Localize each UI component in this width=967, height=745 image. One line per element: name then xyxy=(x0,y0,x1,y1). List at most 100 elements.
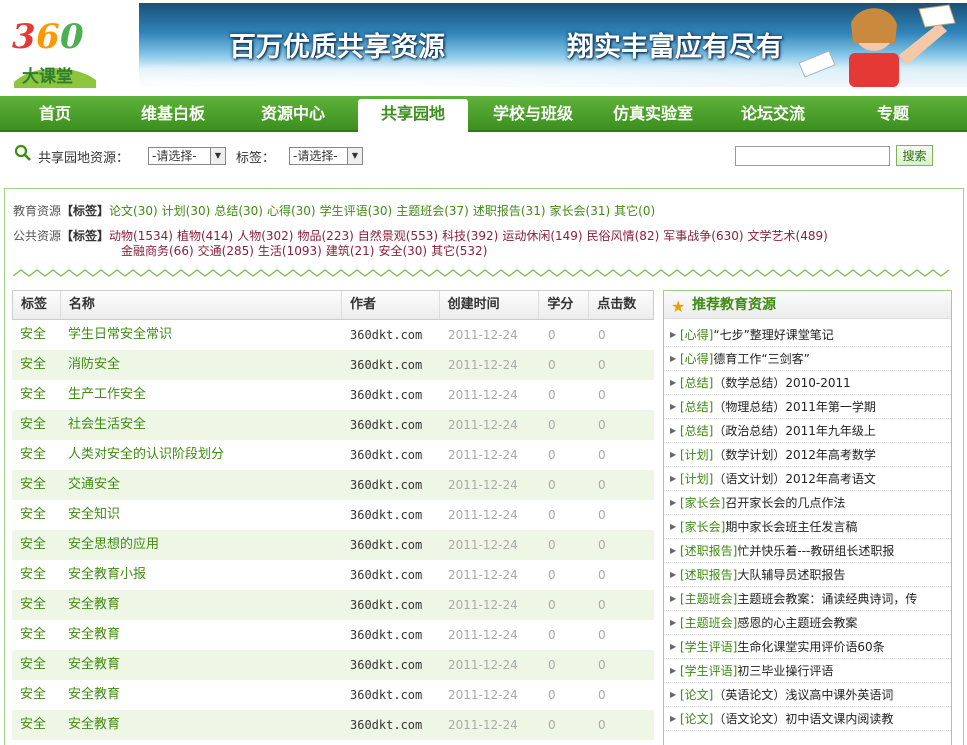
row-name[interactable]: 安全教育小报 xyxy=(60,560,342,590)
row-tag[interactable]: 安全 xyxy=(12,680,60,710)
row-tag[interactable]: 安全 xyxy=(12,440,60,470)
row-tag[interactable]: 安全 xyxy=(12,350,60,380)
recommend-item[interactable]: ▶ [家长会]期中家长会班主任发言稿 xyxy=(664,515,951,539)
nav-resource-center[interactable]: 资源中心 xyxy=(238,96,348,132)
row-tag[interactable]: 安全 xyxy=(12,380,60,410)
recommend-item[interactable]: ▶ [述职报告]大队辅导员述职报告 xyxy=(664,563,951,587)
edu-tag-link[interactable]: 心得(30) xyxy=(267,204,316,218)
row-tag[interactable]: 安全 xyxy=(12,590,60,620)
nav-home[interactable]: 首页 xyxy=(0,96,110,132)
row-tag[interactable]: 安全 xyxy=(12,530,60,560)
public-tag-link[interactable]: 其它(532) xyxy=(431,244,487,258)
row-tag[interactable]: 安全 xyxy=(12,410,60,440)
row-name[interactable]: 安全知识 xyxy=(60,500,342,530)
row-clicks: 0 xyxy=(598,628,606,642)
public-tag-link[interactable]: 民俗风情(82) xyxy=(587,229,660,243)
public-tag-link[interactable]: 科技(392) xyxy=(442,229,498,243)
row-name[interactable]: 消防安全 xyxy=(60,350,342,380)
nav-forum[interactable]: 论坛交流 xyxy=(718,96,828,132)
public-tag-link[interactable]: 建筑(21) xyxy=(326,244,375,258)
public-tag-link[interactable]: 植物(414) xyxy=(177,229,233,243)
row-tag[interactable]: 安全 xyxy=(12,500,60,530)
recommend-title: 主题班会教案：诵读经典诗词，传 xyxy=(737,592,918,606)
edu-tag-link[interactable]: 主题班会(37) xyxy=(396,204,469,218)
row-tag[interactable]: 安全 xyxy=(12,470,60,500)
nav-wiki-whiteboard[interactable]: 维基白板 xyxy=(118,96,228,132)
recommend-item[interactable]: ▶ [主题班会]主题班会教案：诵读经典诗词，传 xyxy=(664,587,951,611)
recommend-category: [论文] xyxy=(680,688,714,702)
col-author[interactable]: 作者 xyxy=(342,291,440,319)
recommend-item[interactable]: ▶ [计划]（语文计划）2012年高考语文 xyxy=(664,467,951,491)
edu-tag-link[interactable]: 总结(30) xyxy=(214,204,263,218)
row-name[interactable]: 生产工作安全 xyxy=(60,380,342,410)
row-tag[interactable]: 安全 xyxy=(12,620,60,650)
recommend-item[interactable]: ▶ [心得]“七步”整理好课堂笔记 xyxy=(664,323,951,347)
row-name[interactable]: 安全教育 xyxy=(60,710,342,740)
nav-topics[interactable]: 专题 xyxy=(838,96,948,132)
col-clicks[interactable]: 点击数 xyxy=(589,291,653,319)
edu-tag-link[interactable]: 计划(30) xyxy=(162,204,211,218)
recommend-item[interactable]: ▶ [心得]德育工作“三剑客” xyxy=(664,347,951,371)
public-tag-link[interactable]: 自然景观(553) xyxy=(358,229,438,243)
search-button[interactable]: 搜索 xyxy=(896,145,933,166)
public-tag-link[interactable]: 生活(1093) xyxy=(258,244,322,258)
recommend-item[interactable]: ▶ [述职报告]忙并快乐着---教研组长述职报 xyxy=(664,539,951,563)
recommend-title: 初三毕业操行评语 xyxy=(737,664,834,678)
row-name[interactable]: 安全教育 xyxy=(60,620,342,650)
recommend-item[interactable]: ▶ [总结]（数学总结）2010-2011 xyxy=(664,371,951,395)
public-tag-link[interactable]: 军事战争(630) xyxy=(663,229,743,243)
row-name[interactable]: 安全思想的应用 xyxy=(60,530,342,560)
row-name[interactable]: 学生日常安全常识 xyxy=(60,320,342,350)
search-icon xyxy=(14,144,32,165)
edu-tag-link[interactable]: 述职报告(31) xyxy=(473,204,546,218)
recommend-item[interactable]: ▶ [主题班会]感恩的心主题班会教案 xyxy=(664,611,951,635)
row-credit: 0 xyxy=(548,718,556,732)
nav-simulation-lab[interactable]: 仿真实验室 xyxy=(598,96,708,132)
recommend-item[interactable]: ▶ [学生评语]初三毕业操行评语 xyxy=(664,659,951,683)
recommend-category: [主题班会] xyxy=(680,592,738,606)
nav-share-garden[interactable]: 共享园地 xyxy=(358,99,468,132)
resource-select[interactable]: -请选择- ▼ xyxy=(148,147,226,165)
row-clicks: 0 xyxy=(598,388,606,402)
row-name[interactable]: 安全教育 xyxy=(60,680,342,710)
recommend-item[interactable]: ▶ [总结]（政治总结）2011年九年级上 xyxy=(664,419,951,443)
row-tag[interactable]: 安全 xyxy=(12,320,60,350)
edu-tag-link[interactable]: 学生评语(30) xyxy=(320,204,393,218)
row-name[interactable]: 安全教育 xyxy=(60,590,342,620)
site-logo[interactable]: 3 6 0 大课堂 xyxy=(4,4,104,90)
row-tag[interactable]: 安全 xyxy=(12,710,60,740)
recommend-item[interactable]: ▶ [家长会]召开家长会的几点作法 xyxy=(664,491,951,515)
public-tag-link[interactable]: 人物(302) xyxy=(237,229,293,243)
svg-text:0: 0 xyxy=(60,17,84,57)
recommend-item[interactable]: ▶ [总结]（物理总结）2011年第一学期 xyxy=(664,395,951,419)
public-tag-link[interactable]: 安全(30) xyxy=(378,244,427,258)
public-tag-link[interactable]: 运动休闲(149) xyxy=(502,229,582,243)
edu-tag-link[interactable]: 其它(0) xyxy=(614,204,655,218)
public-tag-link[interactable]: 动物(1534) xyxy=(109,229,173,243)
recommend-title: （政治总结）2011年九年级上 xyxy=(713,424,876,438)
row-tag[interactable]: 安全 xyxy=(12,650,60,680)
recommend-item[interactable]: ▶ [计划]（数学计划）2012年高考数学 xyxy=(664,443,951,467)
public-tag-link[interactable]: 交通(285) xyxy=(198,244,254,258)
recommend-category: [心得] xyxy=(680,352,714,366)
tag-select[interactable]: -请选择- ▼ xyxy=(289,147,363,165)
public-tag-link[interactable]: 物品(223) xyxy=(298,229,354,243)
row-name[interactable]: 人类对安全的认识阶段划分 xyxy=(60,440,342,470)
row-tag[interactable]: 安全 xyxy=(12,560,60,590)
col-credit[interactable]: 学分 xyxy=(539,291,590,319)
public-tag-link[interactable]: 文学艺术(489) xyxy=(748,229,828,243)
nav-school-class[interactable]: 学校与班级 xyxy=(478,96,588,132)
recommend-item[interactable]: ▶ [论文]（英语论文）浅议高中课外英语词 xyxy=(664,683,951,707)
edu-tag-link[interactable]: 家长会(31) xyxy=(550,204,611,218)
row-name[interactable]: 社会生活安全 xyxy=(60,410,342,440)
col-name[interactable]: 名称 xyxy=(61,291,342,319)
col-tag[interactable]: 标签 xyxy=(13,291,61,319)
row-name[interactable]: 安全教育 xyxy=(60,650,342,680)
row-name[interactable]: 交通安全 xyxy=(60,470,342,500)
col-created[interactable]: 创建时间 xyxy=(440,291,540,319)
public-tag-link[interactable]: 金融商务(66) xyxy=(121,244,194,258)
search-input[interactable] xyxy=(735,146,890,166)
recommend-item[interactable]: ▶ [学生评语]生命化课堂实用评价语60条 xyxy=(664,635,951,659)
edu-tag-link[interactable]: 论文(30) xyxy=(109,204,158,218)
recommend-item[interactable]: ▶ [论文]（语文论文）初中语文课内阅读教 xyxy=(664,707,951,731)
